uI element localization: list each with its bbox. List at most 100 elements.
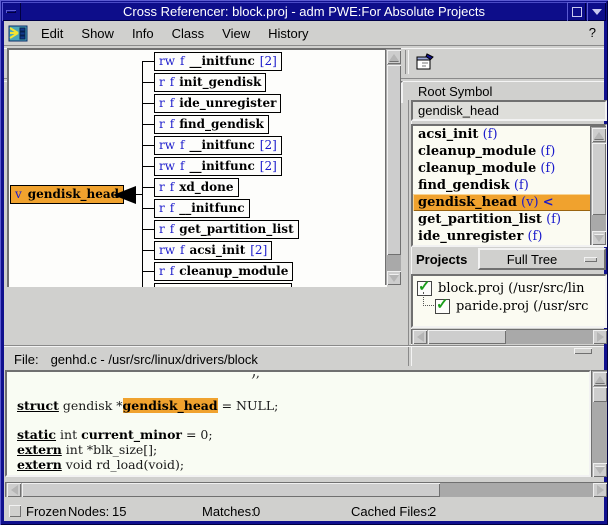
scroll-right-button[interactable] <box>593 330 607 344</box>
code-line: struct gendisk *gendisk_head = NULL; <box>17 398 278 413</box>
code-line-partial: ); <box>251 374 260 380</box>
scroll-right-button[interactable] <box>593 483 607 497</box>
project-name: block.proj <box>438 281 504 296</box>
scroll-up-button[interactable] <box>593 372 607 386</box>
graph-node[interactable]: rfcleanup_module <box>154 262 293 281</box>
graph-node[interactable]: rfinit_gendisk <box>154 73 266 92</box>
menu-info[interactable]: Info <box>123 23 163 44</box>
symbol-list-item-selected[interactable]: gendisk_head (v) < <box>413 194 605 211</box>
file-bar: File: genhd.c - /usr/src/linux/drivers/b… <box>4 346 604 371</box>
menu-edit[interactable]: Edit <box>32 23 72 44</box>
scroll-down-button[interactable] <box>387 271 401 285</box>
project-row[interactable]: paride.proj (/usr/src <box>435 297 588 315</box>
graph-vscrollbar[interactable] <box>385 48 401 285</box>
symbol-list-vscrollbar[interactable] <box>590 126 606 245</box>
code-hscrollbar[interactable] <box>5 482 607 497</box>
projects-view-value: Full Tree <box>480 252 584 267</box>
root-symbol-field[interactable]: gendisk_head <box>411 100 607 121</box>
menu-help[interactable]: ? <box>589 25 596 40</box>
graph-node[interactable]: rwf__initfunc[2] <box>154 157 282 176</box>
scroll-left-button[interactable] <box>7 483 21 497</box>
scroll-up-button[interactable] <box>387 50 401 64</box>
graph-edge <box>142 82 154 83</box>
scrollbar-thumb[interactable] <box>22 483 440 497</box>
symbol-list-item[interactable]: cleanup_module (f) <box>413 160 605 177</box>
scrollbar-thumb[interactable] <box>593 387 607 402</box>
code-line: extern int *blk_size[]; <box>17 442 157 457</box>
scrollbar-thumb[interactable] <box>387 65 401 255</box>
root-pointer-icon <box>113 186 136 204</box>
graph-edge <box>142 250 154 251</box>
pane-sash-handle[interactable] <box>574 348 592 354</box>
optionmenu-dash-icon <box>584 257 597 262</box>
menu-history[interactable]: History <box>259 23 317 44</box>
projects-view-optionmenu[interactable]: Full Tree <box>478 248 606 270</box>
file-path: genhd.c - /usr/src/linux/drivers/block <box>51 352 258 367</box>
code-line: static int current_minor = 0; <box>17 427 213 442</box>
arrow-up-icon <box>595 376 605 383</box>
symbol-list-item[interactable]: find_gendisk (f) <box>413 177 605 194</box>
arrow-right-icon <box>597 485 604 495</box>
scroll-left-button[interactable] <box>413 330 427 344</box>
maximize-icon <box>572 7 582 17</box>
symbol-list-item[interactable]: acsi_init (f) <box>413 126 605 143</box>
matches-value: 0 <box>253 504 260 519</box>
nodes-label: Nodes: <box>68 504 109 519</box>
graph-trunk-line <box>142 61 143 287</box>
graph-edge <box>142 124 154 125</box>
window-menu-button[interactable] <box>2 2 21 21</box>
graph-node[interactable]: rfxd_done <box>154 178 239 197</box>
menu-class[interactable]: Class <box>163 23 214 44</box>
arrow-down-icon <box>595 467 605 474</box>
xref-graph-canvas[interactable]: rwf__initfunc[2] rfinit_gendisk rfide_un… <box>7 48 387 287</box>
projects-label: Projects <box>416 252 467 267</box>
root-symbol-value: gendisk_head <box>418 103 499 118</box>
frozen-checkbox[interactable] <box>9 505 21 517</box>
current-marker: < <box>543 195 554 210</box>
separator <box>405 50 409 74</box>
graph-node[interactable]: rwf__initfunc[2] <box>154 52 282 71</box>
graph-node[interactable]: rfget_partition_list <box>154 220 299 239</box>
window-menu-icon <box>6 10 16 13</box>
graph-node[interactable]: rffind_gendisk <box>154 115 269 134</box>
root-symbol-label: Root Symbol <box>418 84 492 99</box>
title-bar[interactable]: Cross Referencer: block.proj - adm PWE:F… <box>2 2 606 21</box>
cached-files-value: 2 <box>429 504 436 519</box>
cross-referencer-app-icon <box>8 25 28 42</box>
menu-view[interactable]: View <box>213 23 259 44</box>
symbol-list-item[interactable]: cleanup_module (f) <box>413 143 605 160</box>
scroll-up-button[interactable] <box>592 128 606 142</box>
code-vscrollbar[interactable] <box>591 370 607 477</box>
project-name: paride.proj <box>456 299 529 314</box>
shade-icon <box>592 9 602 15</box>
cross-referencer-window: Cross Referencer: block.proj - adm PWE:F… <box>0 0 608 525</box>
graph-edge <box>142 145 154 146</box>
tree-connector <box>423 292 434 306</box>
properties-button[interactable] <box>412 49 438 75</box>
graph-root-node[interactable]: v gendisk_head <box>10 185 124 204</box>
nodes-value: 15 <box>112 504 126 519</box>
menu-show[interactable]: Show <box>72 23 123 44</box>
maximize-button[interactable] <box>567 2 586 21</box>
scroll-down-button[interactable] <box>592 231 606 245</box>
arrow-down-icon <box>594 235 604 242</box>
graph-edge <box>142 166 154 167</box>
graph-edge <box>142 187 154 188</box>
scrollbar-thumb[interactable] <box>592 143 606 215</box>
code-view[interactable]: ); struct gendisk *gendisk_head = NULL; … <box>5 370 591 477</box>
code-text: ); struct gendisk *gendisk_head = NULL; … <box>9 374 587 473</box>
shade-button[interactable] <box>587 2 606 21</box>
graph-node-partial[interactable] <box>154 283 292 287</box>
graph-node[interactable]: rfide_unregister <box>154 94 281 113</box>
graph-node[interactable]: rwfacsi_init[2] <box>154 241 272 260</box>
scroll-down-button[interactable] <box>593 463 607 477</box>
frozen-label: Frozen <box>26 504 66 519</box>
symbol-list-item[interactable]: ide_unregister (f) <box>413 228 605 245</box>
scrollbar-thumb[interactable] <box>428 330 506 344</box>
checked-checkbox-icon[interactable] <box>435 299 450 314</box>
graph-edge <box>142 229 154 230</box>
symbol-list-item[interactable]: get_partition_list (f) <box>413 211 605 228</box>
graph-node[interactable]: rwf__initfunc[2] <box>154 136 282 155</box>
projects-hscrollbar[interactable] <box>411 329 607 344</box>
graph-node[interactable]: rf__initfunc <box>154 199 250 218</box>
